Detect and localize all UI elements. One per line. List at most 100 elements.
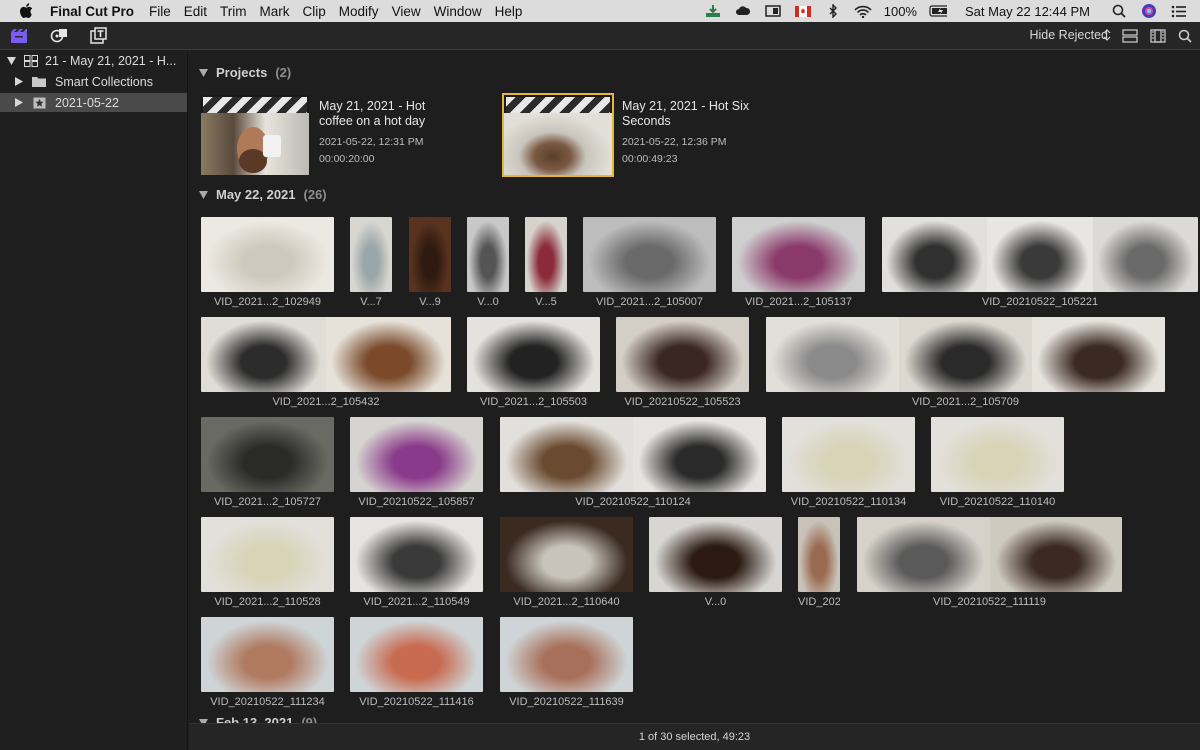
- photos-audio-icon[interactable]: [50, 27, 68, 45]
- disclosure-triangle-right-icon[interactable]: [14, 98, 24, 108]
- event-section-header[interactable]: Feb 13, 2021 (9): [199, 715, 317, 723]
- project-thumbnail[interactable]: [201, 95, 309, 175]
- clip-frame-thumbnail: [350, 617, 483, 692]
- clip-appearance-icon[interactable]: [1121, 27, 1139, 45]
- menu-help[interactable]: Help: [495, 4, 532, 19]
- browser-search-icon[interactable]: [1176, 27, 1194, 45]
- canada-flag-icon[interactable]: [794, 3, 812, 19]
- clip-label: VID_2021...2_110549: [363, 596, 470, 608]
- clip-filmstrip[interactable]: [201, 417, 334, 492]
- clip-frame-thumbnail: [649, 517, 782, 592]
- clip-frame-thumbnail: [989, 517, 1122, 592]
- clip-filmstrip[interactable]: [350, 517, 483, 592]
- section-count: (9): [301, 715, 318, 723]
- clip-filmstrip[interactable]: [616, 317, 749, 392]
- project-card[interactable]: May 21, 2021 - Hot coffee on a hot day 2…: [201, 95, 461, 179]
- clip-frame-thumbnail: [583, 217, 716, 292]
- clip-filmstrip[interactable]: [798, 517, 840, 592]
- clip-filmstrip[interactable]: [882, 217, 1198, 292]
- clip-filmstrip[interactable]: [201, 517, 334, 592]
- sidebar-item-smart-collections[interactable]: Smart Collections: [0, 72, 187, 91]
- clip-filmstrip[interactable]: [732, 217, 865, 292]
- clapperboard-icon: [203, 97, 307, 113]
- clip-frame-thumbnail: [1032, 317, 1165, 392]
- spotlight-search-icon[interactable]: [1110, 3, 1128, 19]
- folder-icon: [32, 76, 46, 88]
- disclosure-triangle-down-icon[interactable]: [199, 68, 208, 77]
- project-date: 2021-05-22, 12:36 PM: [622, 136, 727, 148]
- clip-filmstrip[interactable]: [201, 217, 334, 292]
- clip-filmstrip[interactable]: [857, 517, 1122, 592]
- project-duration: 00:00:49:23: [622, 153, 678, 165]
- titles-generators-icon[interactable]: [89, 27, 107, 45]
- project-thumbnail[interactable]: [502, 93, 614, 177]
- clip-filmstrip[interactable]: [500, 617, 633, 692]
- clip-filmstrip[interactable]: [649, 517, 782, 592]
- battery-icon[interactable]: [929, 3, 947, 19]
- clip-filmstrip[interactable]: [350, 417, 483, 492]
- clip-frame-thumbnail: [1092, 217, 1198, 292]
- clip-filter-dropdown[interactable]: Hide Rejected: [1029, 28, 1108, 42]
- project-card-selected[interactable]: May 21, 2021 - Hot Six Seconds 2021-05-2…: [502, 93, 764, 179]
- display-icon[interactable]: [764, 3, 782, 19]
- clip-filmstrip[interactable]: [409, 217, 451, 292]
- siri-icon[interactable]: [1140, 3, 1158, 19]
- section-count: (2): [275, 65, 292, 80]
- clip-filmstrip[interactable]: [350, 217, 392, 292]
- menu-clip[interactable]: Clip: [303, 4, 335, 19]
- menu-modify[interactable]: Modify: [339, 4, 388, 19]
- sidebar-item-event-2021-05-22[interactable]: 2021-05-22: [0, 93, 187, 112]
- projects-section-header[interactable]: Projects (2): [199, 65, 291, 80]
- clip-filmstrip[interactable]: [201, 617, 334, 692]
- menu-edit[interactable]: Edit: [184, 4, 216, 19]
- libraries-sidebar: 21 - May 21, 2021 - H... Smart Collectio…: [0, 51, 188, 750]
- download-status-icon[interactable]: [704, 3, 722, 19]
- clip-filmstrip[interactable]: [467, 317, 600, 392]
- menu-view[interactable]: View: [392, 4, 430, 19]
- clip-label: VID_20210522_110140: [939, 496, 1056, 508]
- disclosure-triangle-right-icon[interactable]: [14, 77, 24, 87]
- clip-frame-thumbnail: [732, 217, 865, 292]
- menu-window[interactable]: Window: [434, 4, 491, 19]
- clip-frame-thumbnail: [633, 417, 766, 492]
- menu-clock[interactable]: Sat May 22 12:44 PM: [965, 4, 1090, 19]
- clip-filmstrip[interactable]: [766, 317, 1165, 392]
- apple-menu-icon[interactable]: [16, 3, 36, 19]
- clip-filmstrip[interactable]: [500, 417, 766, 492]
- sidebar-item-label: 2021-05-22: [55, 95, 119, 110]
- clip-filmstrip[interactable]: [500, 517, 633, 592]
- disclosure-triangle-down-icon[interactable]: [199, 190, 208, 199]
- disclosure-triangle-down-icon[interactable]: [6, 56, 16, 66]
- filmstrip-view-icon[interactable]: [1149, 27, 1167, 45]
- clip-filmstrip[interactable]: [201, 317, 451, 392]
- library-grid-icon: [24, 54, 38, 67]
- notification-center-icon[interactable]: [1170, 3, 1188, 19]
- section-title: Feb 13, 2021: [216, 715, 294, 723]
- wifi-icon[interactable]: [854, 3, 872, 19]
- clip-filmstrip[interactable]: [525, 217, 567, 292]
- clip-label: VID_2021...2_105432: [272, 396, 380, 408]
- clip-label: VID_2021...2_105727: [213, 496, 322, 508]
- clip-frame-thumbnail: [987, 217, 1093, 292]
- clip-filmstrip[interactable]: [467, 217, 509, 292]
- menu-file[interactable]: File: [149, 4, 180, 19]
- chevron-updown-icon[interactable]: [1102, 28, 1112, 42]
- clip-frame-thumbnail: [616, 317, 749, 392]
- clip-frame-thumbnail: [899, 317, 1032, 392]
- menu-mark[interactable]: Mark: [260, 4, 299, 19]
- libraries-browser-icon[interactable]: [10, 27, 28, 45]
- creative-cloud-icon[interactable]: [734, 3, 752, 19]
- clip-filmstrip[interactable]: [350, 617, 483, 692]
- clip-filmstrip[interactable]: [782, 417, 915, 492]
- bluetooth-icon[interactable]: [824, 3, 842, 19]
- clip-filmstrip[interactable]: [583, 217, 716, 292]
- menu-trim[interactable]: Trim: [220, 4, 256, 19]
- sidebar-library[interactable]: 21 - May 21, 2021 - H...: [0, 51, 187, 70]
- clip-frame-thumbnail: [326, 317, 451, 392]
- event-section-header[interactable]: May 22, 2021 (26): [199, 187, 327, 202]
- app-menu[interactable]: Final Cut Pro: [50, 4, 143, 19]
- project-date: 2021-05-22, 12:31 PM: [319, 136, 424, 148]
- clip-filmstrip[interactable]: [931, 417, 1064, 492]
- clip-frame-thumbnail: [350, 417, 483, 492]
- clip-frame-thumbnail: [857, 517, 990, 592]
